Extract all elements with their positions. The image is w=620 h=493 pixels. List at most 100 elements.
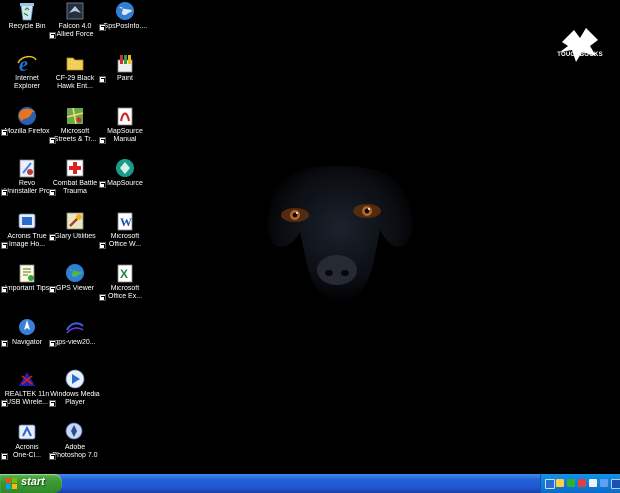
shortcut-arrow-icon [49, 137, 56, 144]
acronis-oneclick-label-2: One-Cl... [12, 452, 41, 459]
glary-label: Glary Utilities [54, 233, 96, 240]
excel-icon: X [117, 264, 133, 283]
shortcut-arrow-icon [99, 76, 106, 83]
revo-label-2: Uninstaller Pro [4, 188, 50, 195]
glary-glyph-icon [66, 212, 84, 230]
gpsposinfo-icon[interactable]: GpsPosInfo.... [99, 0, 151, 31]
firefox-icon[interactable]: Mozilla Firefox [1, 105, 53, 136]
office-excel-label-2: Office Ex... [107, 293, 143, 300]
gps-view-glyph-icon [66, 322, 84, 334]
revo-icon[interactable]: Revo Uninstaller Pro [1, 157, 53, 196]
mapsource-manual-label-2: Manual [113, 136, 137, 143]
important-tips-icon[interactable]: Important Tips [1, 262, 53, 293]
falcon-glyph-icon [66, 2, 84, 20]
photoshop-label-2: Photoshop 7.0 [52, 452, 98, 459]
start-button[interactable]: start [0, 474, 62, 493]
combat-battle-icon[interactable]: Combat Battle Trauma [49, 157, 101, 196]
wmp-label-1: Windows Media [50, 391, 100, 398]
acronis-glyph-icon [18, 213, 36, 229]
photoshop-icon[interactable]: Adobe Photoshop 7.0 [49, 421, 101, 460]
wmp-icon[interactable]: Windows Media Player [49, 368, 101, 407]
navigator-glyph-icon [19, 319, 35, 335]
globe-icon [116, 2, 134, 20]
falcon-label-1: Falcon 4.0 [58, 23, 92, 30]
office-excel-icon[interactable]: X Microsoft Office Ex... [99, 262, 151, 301]
ms-streets-label-2: Streets & Tr... [53, 136, 97, 143]
antivirus-icon[interactable] [578, 479, 586, 487]
mapsource-icon[interactable]: MapSource [99, 157, 151, 188]
photoshop-glyph-icon [65, 422, 83, 440]
recycle-bin-icon[interactable]: Recycle Bin [1, 0, 53, 31]
globe-icon [66, 264, 84, 282]
tips-glyph-icon [19, 264, 35, 283]
realtek-label-1: REALTEK 11n [4, 391, 50, 398]
taskbar: start [0, 474, 620, 493]
office-excel-label-1: Microsoft [110, 285, 140, 292]
volume-icon[interactable] [556, 479, 564, 487]
glary-icon[interactable]: Glary Utilities [49, 210, 101, 241]
gps-view-icon[interactable]: gps-view20... [49, 316, 101, 347]
office-word-icon[interactable]: W Microsoft Office W... [99, 210, 151, 249]
paint-label: Paint [117, 75, 133, 82]
paint-icon[interactable]: Paint [99, 52, 151, 83]
network-icon[interactable] [545, 479, 555, 489]
combat-battle-label-1: Combat Battle [52, 180, 98, 187]
ms-streets-icon[interactable]: Microsoft Streets & Tr... [49, 105, 101, 144]
shortcut-arrow-icon [1, 189, 8, 196]
desktop: TOUGHBOOKS Recycle Bin e Internet Explor… [0, 0, 620, 474]
gps-view-label: gps-view20... [54, 339, 96, 346]
cf29-label-1: CF-29 Black [55, 75, 95, 82]
shortcut-arrow-icon [1, 129, 8, 136]
shortcut-arrow-icon [99, 24, 106, 31]
falcon-icon[interactable]: Falcon 4.0 Allied Force [49, 0, 101, 39]
recycle-bin-glyph-icon [20, 3, 34, 21]
combat-glyph-icon [66, 159, 84, 177]
start-label: start [21, 476, 45, 488]
cf29-icon[interactable]: CF-29 Black Hawk Ent... [49, 52, 101, 91]
gpsposinfo-label: GpsPosInfo.... [102, 23, 148, 30]
internet-explorer-icon[interactable]: e Internet Explorer [1, 52, 53, 91]
word-icon: W [117, 212, 133, 231]
display-icon[interactable] [611, 479, 620, 489]
paint-glyph-icon [117, 55, 133, 73]
shortcut-arrow-icon [49, 32, 56, 39]
realtek-icon[interactable]: REALTEK 11n USB Wirele... [1, 368, 53, 407]
mapsource-manual-icon[interactable]: MapSource Manual [99, 105, 151, 144]
shortcut-arrow-icon [49, 234, 56, 241]
shortcut-arrow-icon [99, 242, 106, 249]
firefox-glyph-icon [18, 107, 36, 125]
revo-label-1: Revo [18, 180, 36, 187]
shortcut-arrow-icon [1, 286, 8, 293]
battery-icon[interactable] [589, 479, 597, 487]
cf29-label-2: Hawk Ent... [57, 83, 93, 90]
recycle-bin-label: Recycle Bin [8, 23, 46, 30]
streets-glyph-icon [66, 107, 84, 125]
shortcut-arrow-icon [49, 340, 56, 347]
gps-viewer-icon[interactable]: GPS Viewer [49, 262, 101, 293]
media-player-icon [65, 369, 85, 389]
gps-viewer-label: GPS Viewer [56, 285, 94, 292]
photoshop-label-1: Adobe [64, 444, 86, 451]
shortcut-arrow-icon [1, 242, 8, 249]
internet-explorer-label-2: Explorer [13, 83, 41, 90]
shortcut-arrow-icon [49, 400, 56, 407]
wallpaper-dog [267, 165, 413, 303]
svg-text:W: W [120, 215, 132, 229]
wmp-label-2: Player [65, 399, 85, 406]
logo-text: TOUGHBOOKS [557, 52, 603, 58]
folder-icon [66, 57, 84, 71]
ie-glyph-icon: e [17, 54, 37, 74]
wireless-icon[interactable] [600, 479, 608, 487]
pdf-icon [117, 107, 133, 126]
mapsource-glyph-icon [116, 159, 134, 177]
shortcut-arrow-icon [49, 189, 56, 196]
combat-battle-label-2: Trauma [63, 188, 87, 195]
acronis-oneclick-icon[interactable]: Acronis One-Cl... [1, 421, 53, 460]
falcon-label-2: Allied Force [56, 31, 94, 38]
acronis-oneclick-glyph-icon [18, 424, 36, 440]
acronis-true-image-icon[interactable]: Acronis True Image Ho... [1, 210, 53, 249]
revo-glyph-icon [19, 159, 35, 178]
navigator-icon[interactable]: Navigator [1, 316, 53, 347]
acronis-oneclick-label-1: Acronis [15, 444, 39, 451]
security-icon[interactable] [567, 479, 575, 487]
